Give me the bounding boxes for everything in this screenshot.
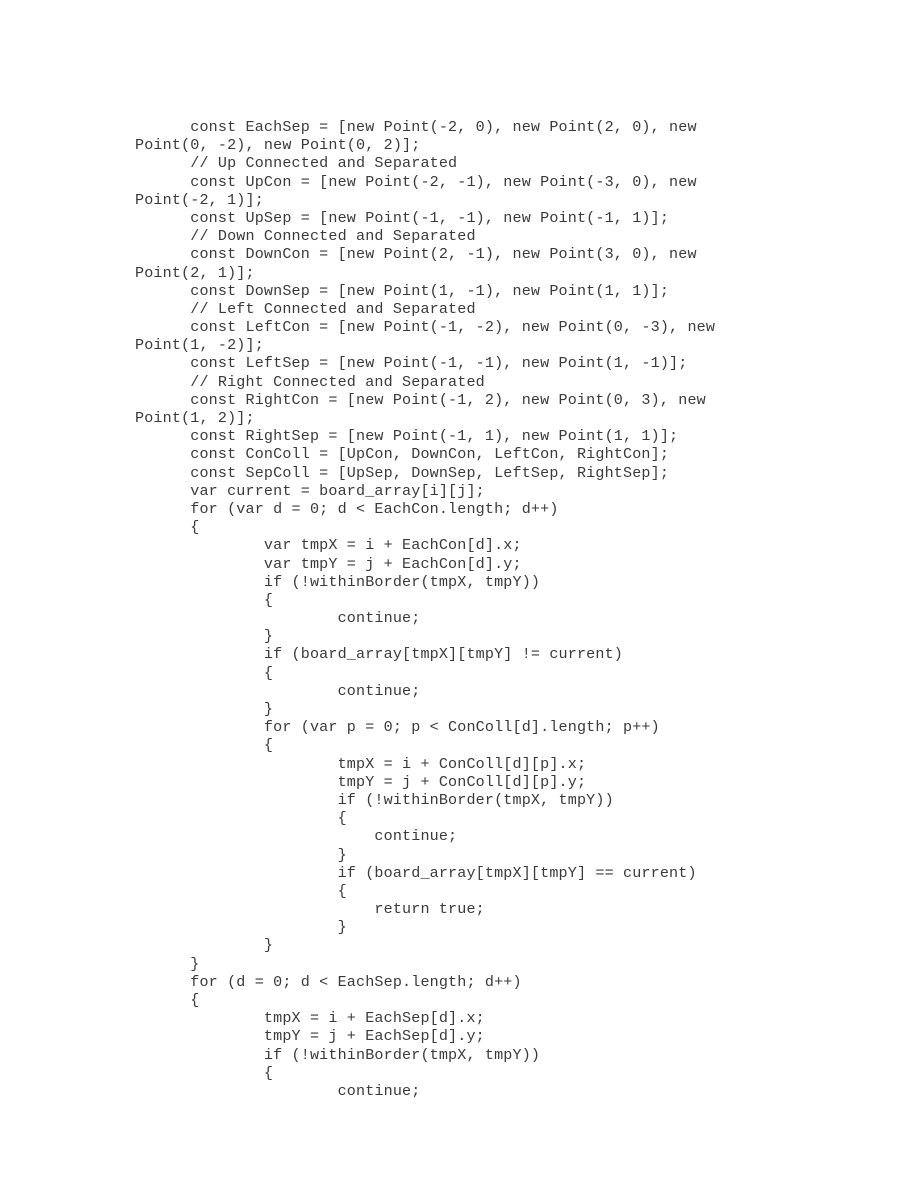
code-line: return true;: [135, 900, 485, 919]
code-line: if (!withinBorder(tmpX, tmpY)): [135, 1045, 541, 1064]
code-line: const RightCon = [new Point(-1, 2), new …: [135, 390, 706, 409]
code-line: }: [135, 918, 347, 937]
code-line: {: [135, 1063, 274, 1082]
code-line: continue;: [135, 681, 421, 700]
code-line: Point(1, -2)];: [135, 336, 264, 355]
code-line: continue;: [135, 827, 458, 846]
code-line: // Up Connected and Separated: [135, 154, 458, 173]
code-line: const UpSep = [new Point(-1, -1), new Po…: [135, 208, 670, 227]
code-line: {: [135, 590, 274, 609]
code-line: if (board_array[tmpX][tmpY] != current): [135, 645, 624, 664]
code-line: tmpX = i + ConColl[d][p].x;: [135, 754, 587, 773]
code-line: Point(0, -2), new Point(0, 2)];: [135, 136, 421, 155]
code-line: const LeftCon = [new Point(-1, -2), new …: [135, 318, 716, 337]
document-page: const EachSep = [new Point(-2, 0), new P…: [0, 0, 920, 1191]
code-line: const UpCon = [new Point(-2, -1), new Po…: [135, 172, 697, 191]
code-line: }: [135, 954, 200, 973]
code-line: tmpY = j + EachSep[d].y;: [135, 1027, 485, 1046]
code-line: if (!withinBorder(tmpX, tmpY)): [135, 790, 614, 809]
code-line: if (board_array[tmpX][tmpY] == current): [135, 863, 697, 882]
code-line: const LeftSep = [new Point(-1, -1), new …: [135, 354, 688, 373]
code-line: Point(2, 1)];: [135, 263, 255, 282]
code-line: }: [135, 845, 347, 864]
code-line: if (!withinBorder(tmpX, tmpY)): [135, 572, 541, 591]
code-line: {: [135, 518, 200, 537]
code-line: var current = board_array[i][j];: [135, 481, 485, 500]
code-line: const DownCon = [new Point(2, -1), new P…: [135, 245, 697, 264]
code-line: Point(1, 2)];: [135, 409, 255, 427]
code-line: continue;: [135, 1081, 421, 1100]
code-listing: const EachSep = [new Point(-2, 0), new P…: [135, 118, 835, 1100]
code-line: continue;: [135, 609, 421, 628]
code-line: for (var d = 0; d < EachCon.length; d++): [135, 499, 559, 518]
code-line: var tmpX = i + EachCon[d].x;: [135, 536, 522, 555]
code-line: }: [135, 700, 274, 718]
code-line: {: [135, 663, 274, 682]
code-line: {: [135, 991, 200, 1009]
code-line: // Left Connected and Separated: [135, 299, 476, 318]
code-line: // Down Connected and Separated: [135, 227, 476, 246]
code-line: const RightSep = [new Point(-1, 1), new …: [135, 427, 679, 446]
code-line: }: [135, 627, 274, 646]
code-line: const DownSep = [new Point(1, -1), new P…: [135, 281, 670, 300]
code-line: const ConColl = [UpCon, DownCon, LeftCon…: [135, 445, 670, 464]
code-line: for (var p = 0; p < ConColl[d].length; p…: [135, 718, 660, 737]
code-line: {: [135, 736, 274, 755]
code-line: Point(-2, 1)];: [135, 190, 264, 209]
code-line: const EachSep = [new Point(-2, 0), new P…: [135, 118, 697, 136]
code-line: // Right Connected and Separated: [135, 372, 485, 391]
code-line: var tmpY = j + EachCon[d].y;: [135, 554, 522, 573]
code-line: tmpY = j + ConColl[d][p].y;: [135, 772, 587, 791]
code-line: }: [135, 936, 274, 955]
code-line: {: [135, 809, 347, 828]
code-line: for (d = 0; d < EachSep.length; d++): [135, 972, 522, 991]
code-line: const SepColl = [UpSep, DownSep, LeftSep…: [135, 463, 670, 482]
code-line: tmpX = i + EachSep[d].x;: [135, 1009, 485, 1028]
code-line: {: [135, 881, 347, 900]
